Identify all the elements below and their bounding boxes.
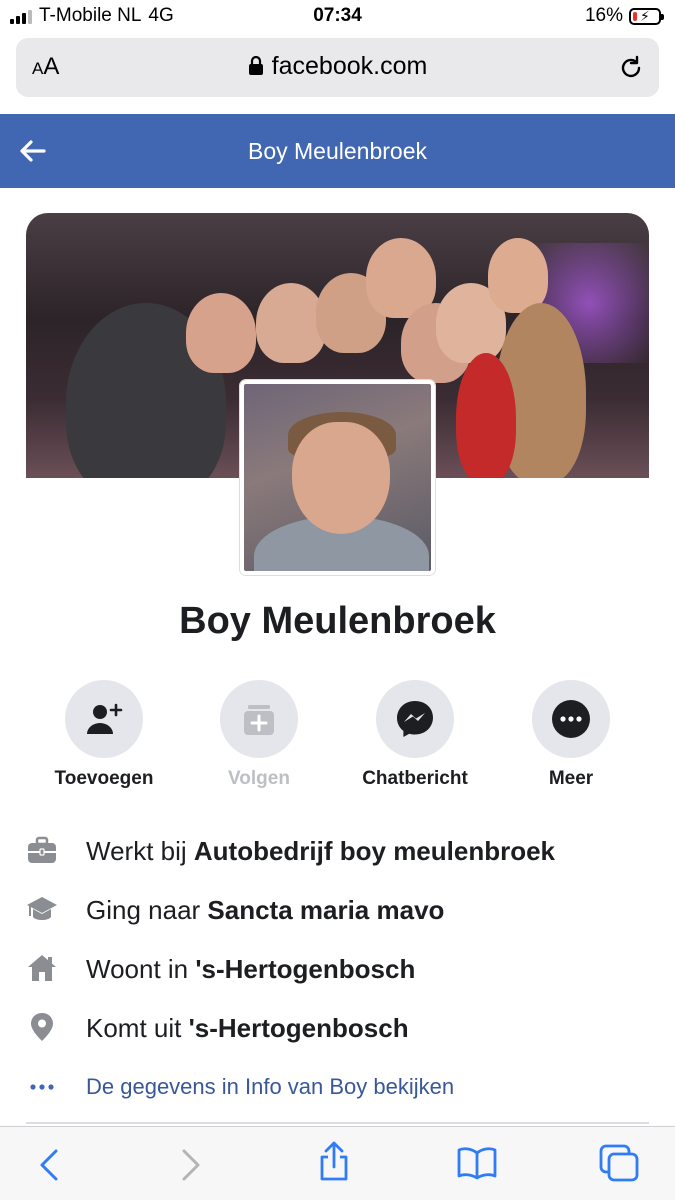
lives-value[interactable]: 's-Hertogenbosch xyxy=(195,954,415,984)
address-bar[interactable]: AA facebook.com xyxy=(16,38,659,97)
see-about-link[interactable]: De gegevens in Info van Boy bekijken xyxy=(26,1066,649,1125)
tabs-icon[interactable] xyxy=(598,1143,640,1183)
work-info: Werkt bij Autobedrijf boy meulenbroek xyxy=(26,830,649,889)
education-value[interactable]: Sancta maria mavo xyxy=(207,895,444,925)
lock-icon xyxy=(248,56,263,75)
hometown-info: Komt uit 's-Hertogenbosch xyxy=(26,1007,649,1066)
follow-label: Volgen xyxy=(228,768,290,789)
back-icon[interactable] xyxy=(36,1147,64,1183)
profile-picture[interactable] xyxy=(240,380,435,575)
bookmarks-icon[interactable] xyxy=(456,1145,498,1181)
more-button[interactable]: Meer xyxy=(496,680,646,790)
education-info: Ging naar Sancta maria mavo xyxy=(26,889,649,948)
more-label: Meer xyxy=(548,768,594,789)
messenger-icon xyxy=(397,701,433,737)
message-label: Chatbericht xyxy=(362,768,468,789)
message-button[interactable]: Chatbericht xyxy=(340,680,490,790)
section-divider xyxy=(26,1122,649,1124)
facebook-header: Boy Meulenbroek xyxy=(0,114,675,188)
battery-icon: ⚡ xyxy=(629,7,664,25)
profile-name: Boy Meulenbroek xyxy=(179,600,496,642)
share-icon[interactable] xyxy=(316,1141,352,1183)
profile-actions: Toevoegen Volgen Chatbericht Meer xyxy=(26,680,649,790)
follow-icon xyxy=(244,705,274,735)
forward-icon[interactable] xyxy=(176,1147,204,1183)
graduation-cap-icon xyxy=(27,897,57,920)
battery-percentage: 16% xyxy=(584,5,623,26)
add-friend-icon xyxy=(87,703,123,734)
add-friend-label: Toevoegen xyxy=(54,768,154,789)
url-text: facebook.com xyxy=(271,52,428,80)
browser-toolbar xyxy=(0,1126,675,1200)
work-value[interactable]: Autobedrijf boy meulenbroek xyxy=(194,836,555,866)
location-pin-icon xyxy=(31,1013,53,1041)
work-prefix: Werkt bij xyxy=(86,836,194,866)
status-bar: T-Mobile NL 4G 07:34 16% ⚡ xyxy=(0,0,675,34)
lives-prefix: Woont in xyxy=(86,954,196,984)
see-about-text: De gegevens in Info van Boy bekijken xyxy=(86,1074,455,1099)
reload-icon[interactable] xyxy=(617,54,645,82)
intro-section: Werkt bij Autobedrijf boy meulenbroek Gi… xyxy=(26,830,649,1125)
page-title: Boy Meulenbroek xyxy=(248,138,427,164)
add-friend-button[interactable]: Toevoegen xyxy=(29,680,179,790)
ellipsis-icon xyxy=(30,1084,54,1090)
more-icon xyxy=(552,700,590,738)
follow-button: Volgen xyxy=(184,680,334,790)
from-value[interactable]: 's-Hertogenbosch xyxy=(189,1013,409,1043)
clock: 07:34 xyxy=(313,5,362,26)
education-prefix: Ging naar xyxy=(86,895,208,925)
from-prefix: Komt uit xyxy=(86,1013,189,1043)
url-display[interactable]: facebook.com xyxy=(16,52,659,81)
lives-in-info: Woont in 's-Hertogenbosch xyxy=(26,948,649,1007)
home-icon xyxy=(28,955,56,981)
briefcase-icon xyxy=(28,836,56,863)
